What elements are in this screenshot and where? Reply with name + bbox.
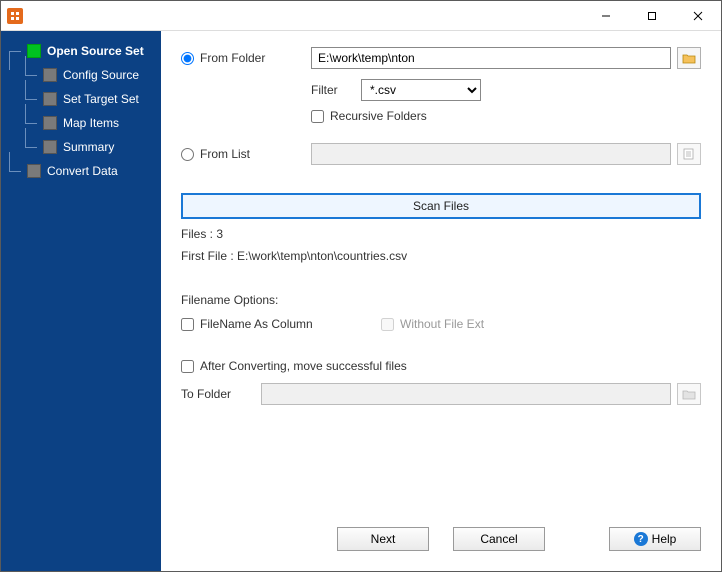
after-convert-label: After Converting, move successful files xyxy=(200,359,407,373)
app-icon xyxy=(7,8,23,24)
minimize-button[interactable] xyxy=(583,1,629,31)
browse-folder-button[interactable] xyxy=(677,47,701,69)
list-path-input xyxy=(311,143,671,165)
to-folder-input xyxy=(261,383,671,405)
step-icon xyxy=(43,116,57,130)
files-count-line: Files : 3 xyxy=(181,227,701,241)
help-button[interactable]: ? Help xyxy=(609,527,701,551)
from-folder-label: From Folder xyxy=(200,51,265,65)
from-list-radio-label[interactable]: From List xyxy=(181,147,250,161)
folder-path-input[interactable] xyxy=(311,47,671,69)
first-file-line: First File : E:\work\temp\nton\countries… xyxy=(181,249,701,263)
sidebar-item-label: Convert Data xyxy=(47,164,118,178)
step-icon xyxy=(43,92,57,106)
button-bar: Next Cancel ? Help xyxy=(181,516,701,561)
recursive-checkbox[interactable] xyxy=(311,110,324,123)
titlebar xyxy=(1,1,721,31)
sidebar-item-label: Map Items xyxy=(63,116,119,130)
from-list-label: From List xyxy=(200,147,250,161)
from-folder-radio-label[interactable]: From Folder xyxy=(181,51,265,65)
step-icon xyxy=(43,140,57,154)
filename-options-label: Filename Options: xyxy=(181,293,701,307)
sidebar-item-label: Open Source Set xyxy=(47,44,144,58)
app-window: Open Source Set Config Source Set Target… xyxy=(0,0,722,572)
step-icon xyxy=(43,68,57,82)
filter-label: Filter xyxy=(311,83,361,97)
browse-to-folder-button[interactable] xyxy=(677,383,701,405)
maximize-button[interactable] xyxy=(629,1,675,31)
wizard-sidebar: Open Source Set Config Source Set Target… xyxy=(1,31,161,571)
recursive-checkbox-label[interactable]: Recursive Folders xyxy=(311,109,427,123)
without-ext-checkbox-label: Without File Ext xyxy=(381,317,484,331)
sidebar-item-summary[interactable]: Summary xyxy=(1,135,161,159)
sidebar-item-convert-data[interactable]: Convert Data xyxy=(1,159,161,183)
without-ext-checkbox xyxy=(381,318,394,331)
filename-as-column-label: FileName As Column xyxy=(200,317,313,331)
main-panel: From Folder Filter *.csv xyxy=(161,31,721,571)
next-button[interactable]: Next xyxy=(337,527,429,551)
cancel-button[interactable]: Cancel xyxy=(453,527,545,551)
scan-files-button[interactable]: Scan Files xyxy=(181,193,701,219)
from-folder-radio[interactable] xyxy=(181,52,194,65)
sidebar-item-label: Config Source xyxy=(63,68,139,82)
help-label: Help xyxy=(652,532,677,546)
filter-select[interactable]: *.csv xyxy=(361,79,481,101)
from-list-radio[interactable] xyxy=(181,148,194,161)
filename-as-column-checkbox-label[interactable]: FileName As Column xyxy=(181,317,381,331)
filename-as-column-checkbox[interactable] xyxy=(181,318,194,331)
step-icon xyxy=(27,164,41,178)
recursive-label: Recursive Folders xyxy=(330,109,427,123)
close-button[interactable] xyxy=(675,1,721,31)
sidebar-item-label: Summary xyxy=(63,140,114,154)
step-icon xyxy=(27,44,41,58)
browse-list-button[interactable] xyxy=(677,143,701,165)
after-convert-checkbox[interactable] xyxy=(181,360,194,373)
without-ext-label: Without File Ext xyxy=(400,317,484,331)
sidebar-item-label: Set Target Set xyxy=(63,92,139,106)
to-folder-label: To Folder xyxy=(181,387,261,401)
after-convert-checkbox-label[interactable]: After Converting, move successful files xyxy=(181,359,407,373)
help-icon: ? xyxy=(634,532,648,546)
